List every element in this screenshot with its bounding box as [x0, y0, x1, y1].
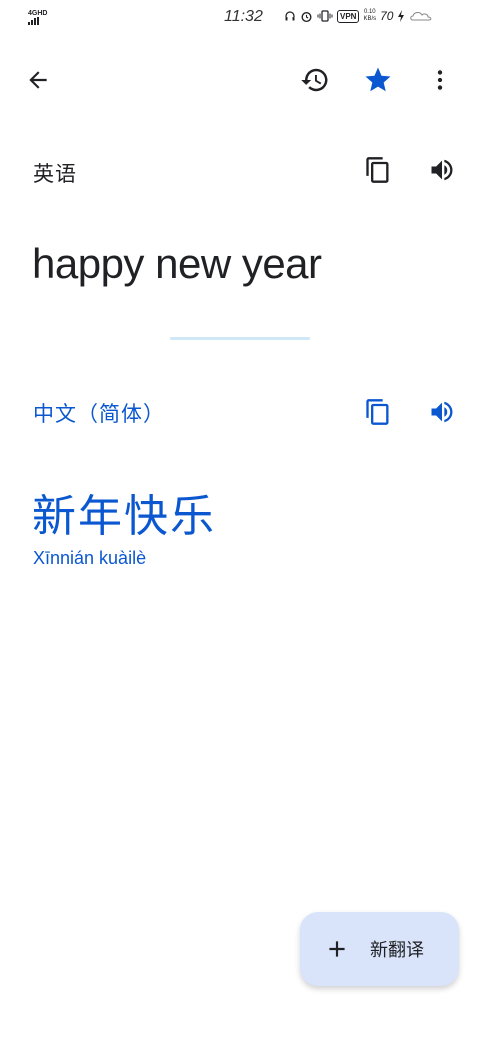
battery-level: 70: [380, 9, 394, 23]
speak-source-button[interactable]: [420, 148, 464, 192]
charging-icon: [398, 10, 405, 22]
status-icons: VPN 0.10 KB/s 70: [284, 9, 437, 23]
top-app-bar: [0, 56, 480, 104]
vibrate-icon: [317, 10, 333, 22]
vpn-badge: VPN: [337, 9, 360, 23]
copy-translation-button[interactable]: [356, 390, 400, 434]
plus-icon: [329, 941, 345, 957]
copy-source-button[interactable]: [356, 148, 400, 192]
status-bar: 4GHD 11:32 VPN 0.10 KB/s 70: [0, 0, 480, 36]
new-translation-button[interactable]: 新翻译: [300, 912, 459, 986]
signal-indicator: 4GHD: [28, 10, 47, 25]
speed-value: 0.10: [363, 9, 376, 15]
section-divider: [170, 337, 310, 340]
alarm-icon: [301, 11, 312, 22]
romanization-text: Xīnnián kuàilè: [33, 548, 147, 568]
favorite-button[interactable]: [356, 58, 400, 102]
copy-icon: [366, 399, 389, 425]
volume-icon: [431, 159, 453, 181]
speak-translation-button[interactable]: [420, 390, 464, 434]
source-text[interactable]: happy new year: [32, 240, 322, 288]
network-type: 4GHD: [28, 10, 48, 17]
clock: 11:32: [224, 8, 263, 25]
new-translation-label: 新翻译: [370, 940, 424, 960]
history-button[interactable]: [293, 58, 337, 102]
source-language-label: 英语: [33, 163, 77, 186]
network-speed: 0.10 KB/s: [363, 9, 376, 23]
translated-text[interactable]: 新年快乐: [32, 480, 216, 544]
star-icon: [365, 67, 391, 92]
speed-unit: KB/s: [363, 16, 377, 22]
arrow-back-icon: [29, 71, 47, 89]
target-language-label: 中文（简体）: [33, 403, 165, 426]
volume-icon: [431, 401, 453, 423]
more-vert-icon: [437, 70, 443, 90]
cloud-icon: [410, 12, 432, 21]
back-button[interactable]: [16, 58, 60, 102]
copy-icon: [366, 157, 389, 183]
more-options-button[interactable]: [418, 58, 462, 102]
history-icon: [301, 68, 328, 92]
headphones-icon: [285, 11, 295, 21]
signal-bars-icon: [28, 17, 47, 25]
